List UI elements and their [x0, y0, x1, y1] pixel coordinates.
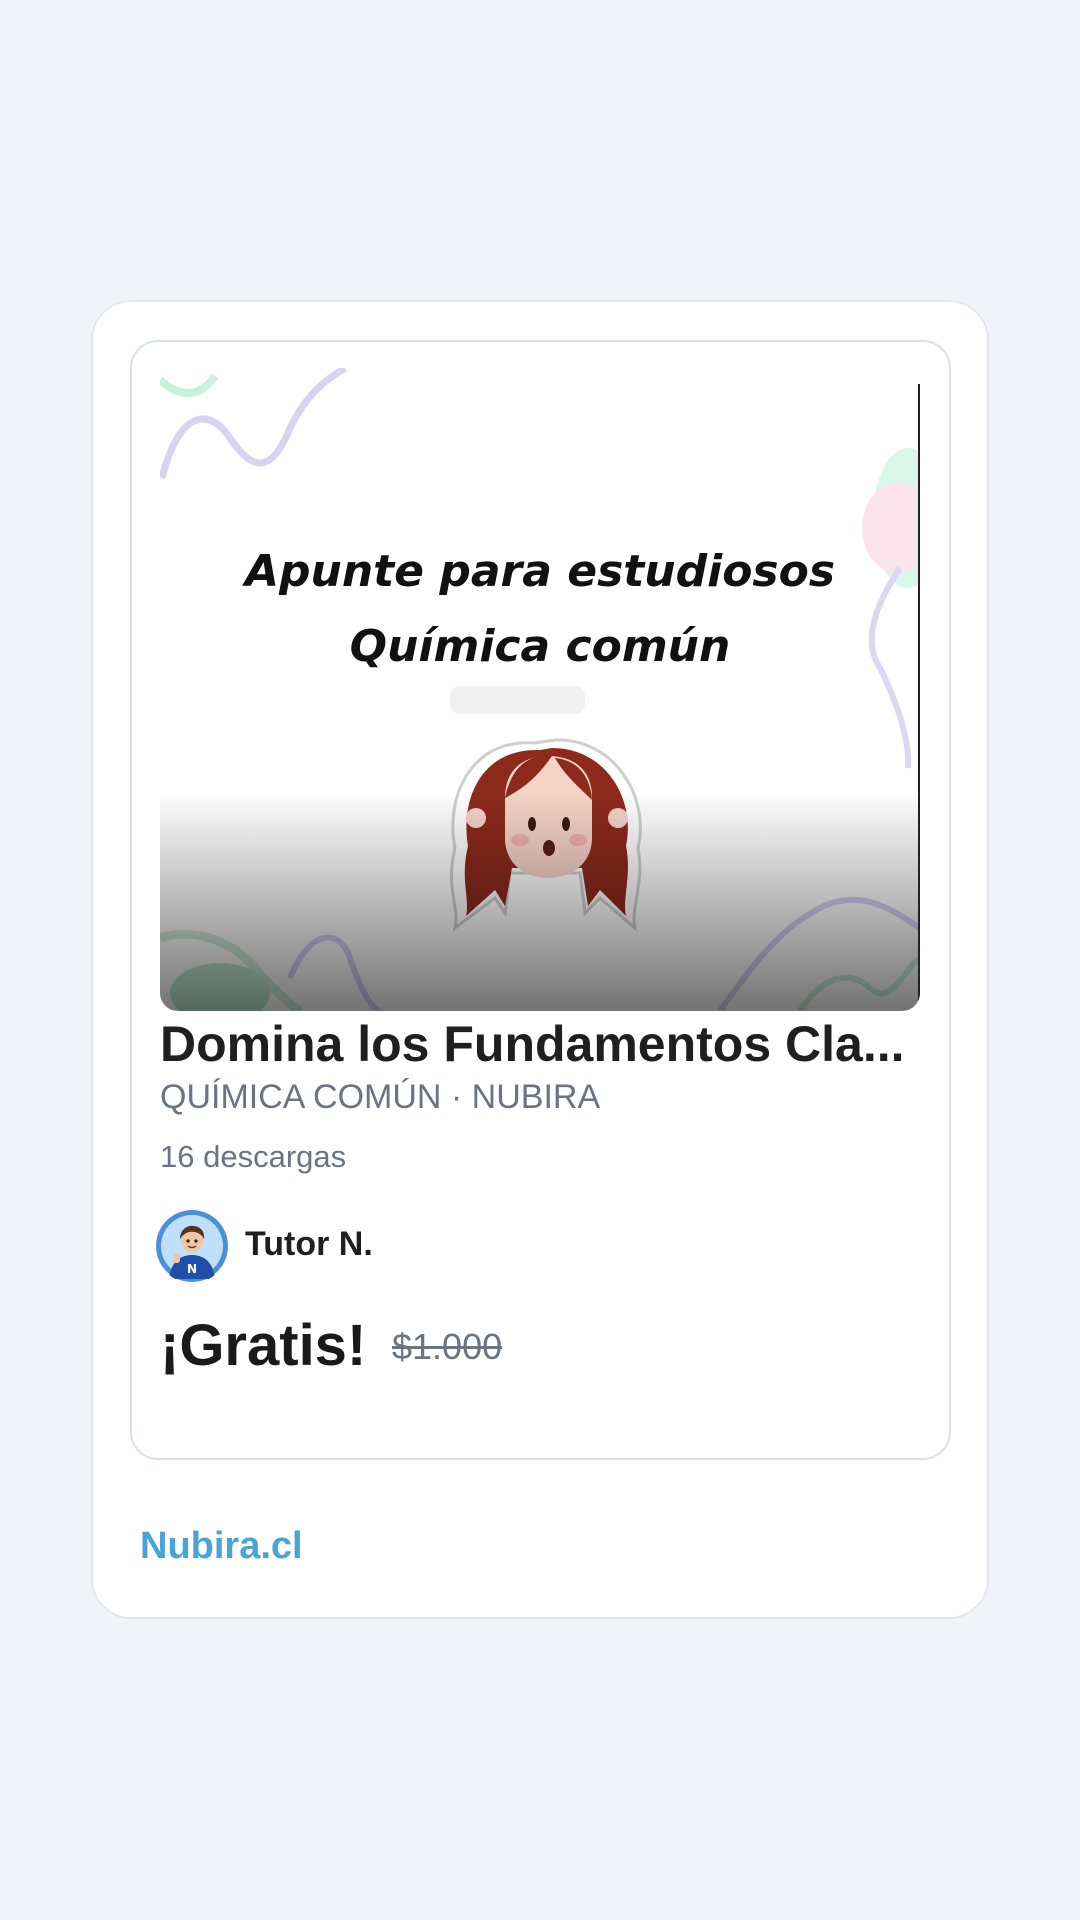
product-category: QUÍMICA COMÚN · NUBIRA — [160, 1078, 601, 1116]
lavender-squiggle-bottom-right-icon — [717, 896, 920, 1011]
cover-illustration — [160, 368, 920, 1011]
lavender-squiggle-icon — [160, 368, 347, 479]
cover-title-line2: Química común — [349, 621, 731, 672]
product-cover-image[interactable]: Apunte para estudiosos Química común — [160, 368, 920, 1011]
tutor-name[interactable]: Tutor N. — [245, 1222, 373, 1266]
avatar-illustration: N — [156, 1210, 228, 1282]
current-price: ¡Gratis! — [160, 1313, 367, 1378]
svg-text:N: N — [187, 1262, 197, 1276]
original-price: $1.000 — [392, 1326, 503, 1367]
cover-edge-line — [918, 384, 920, 1011]
product-title[interactable]: Domina los Fundamentos Cla... — [160, 1013, 922, 1075]
blurred-watermark — [450, 686, 585, 714]
red-haired-girl-sticker-icon — [450, 738, 642, 933]
mint-squiggle-bottom-right-icon — [797, 955, 920, 1011]
lavender-squiggle-bottom-icon — [287, 934, 382, 1011]
download-count: 16 descargas — [160, 1139, 347, 1174]
cover-title-line1: Apunte para estudiosos — [244, 546, 836, 597]
mint-squiggle-icon — [160, 373, 219, 397]
site-link[interactable]: Nubira.cl — [140, 1522, 303, 1570]
tutor-avatar-icon[interactable]: N — [155, 1209, 229, 1283]
